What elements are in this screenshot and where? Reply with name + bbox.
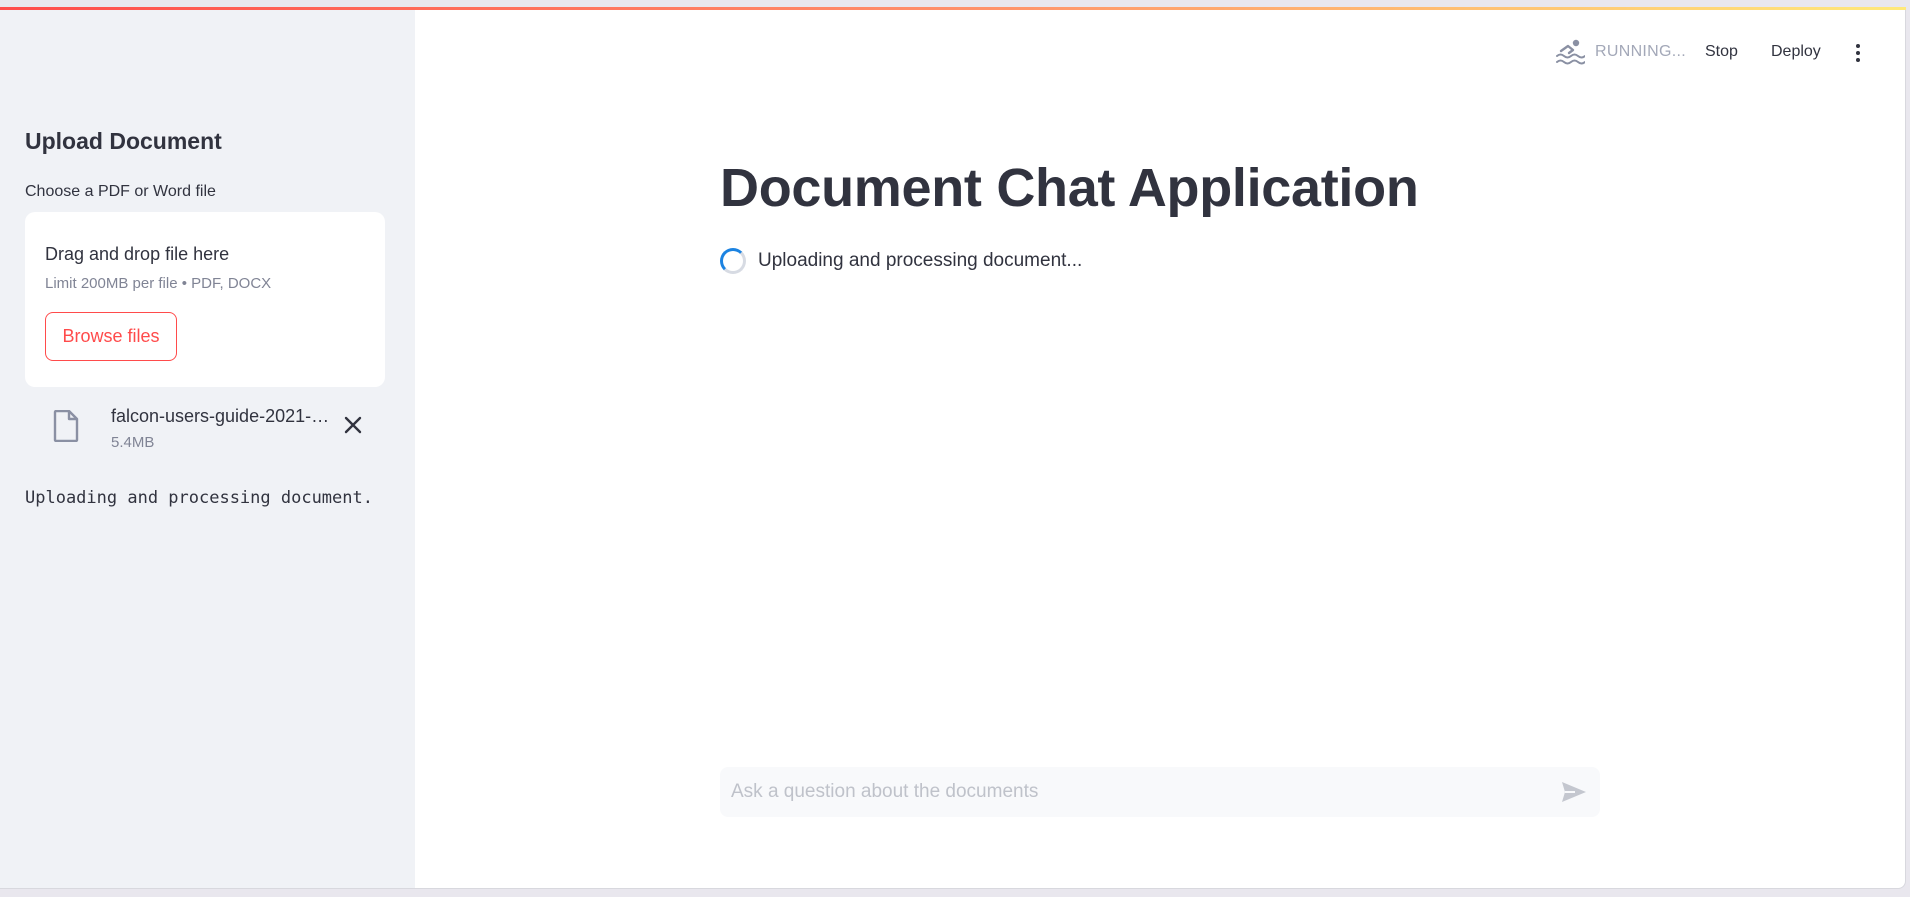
dropzone-title: Drag and drop file here — [45, 244, 230, 264]
page-title: Document Chat Application — [720, 158, 1419, 218]
uploader-label: Choose a PDF or Word file — [25, 183, 216, 200]
sidebar-title: Upload Document — [25, 128, 222, 154]
processing-text: Uploading and processing document... — [758, 250, 1083, 271]
running-status: RUNNING... — [1555, 37, 1686, 67]
stop-button[interactable]: Stop — [1705, 37, 1738, 67]
sidebar: Upload Document Choose a PDF or Word fil… — [0, 7, 415, 888]
remove-file-icon[interactable] — [340, 412, 366, 438]
file-size: 5.4MB — [111, 434, 155, 451]
kebab-menu-icon[interactable] — [1848, 39, 1868, 67]
file-icon — [53, 409, 79, 443]
send-icon[interactable] — [1560, 779, 1588, 805]
deploy-button[interactable]: Deploy — [1771, 37, 1821, 67]
swimming-icon — [1555, 38, 1586, 66]
uploaded-file-item: falcon-users-guide-2021-… 5.4MB — [25, 402, 385, 458]
top-decoration-bar — [0, 7, 1906, 10]
chat-input-container — [720, 767, 1600, 817]
sidebar-status-text: Uploading and processing document. — [25, 488, 373, 508]
spinner-icon — [720, 248, 746, 274]
dropzone-limit: Limit 200MB per file • PDF, DOCX — [45, 275, 272, 292]
app-window: Upload Document Choose a PDF or Word fil… — [0, 7, 1906, 889]
file-name: falcon-users-guide-2021-… — [111, 406, 330, 426]
running-status-text: RUNNING... — [1595, 43, 1686, 60]
file-dropzone[interactable]: Drag and drop file here Limit 200MB per … — [25, 212, 385, 387]
browse-files-button[interactable]: Browse files — [45, 312, 177, 361]
processing-indicator: Uploading and processing document... — [720, 247, 1082, 275]
chat-input[interactable] — [720, 767, 1540, 817]
